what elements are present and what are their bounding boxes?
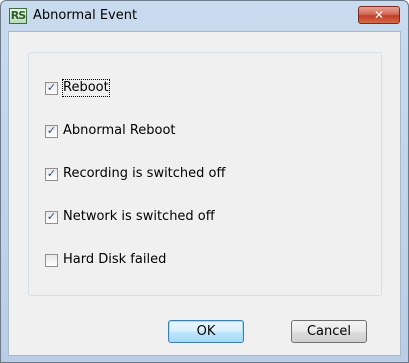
hard-disk-failed-checkbox[interactable] (45, 253, 58, 267)
cancel-button[interactable]: Cancel (291, 320, 367, 343)
abnormal-reboot-checkbox[interactable]: ✓ (45, 123, 58, 138)
option-label: Reboot (62, 79, 110, 97)
app-logo-icon: RS (9, 8, 27, 24)
title-bar[interactable]: RS Abnormal Event ✕ (1, 1, 408, 31)
checkmark-icon: ✓ (46, 123, 57, 137)
network-switched-off-checkbox[interactable]: ✓ (45, 209, 58, 224)
option-hard-disk-failed[interactable]: Hard Disk failed (45, 251, 166, 269)
option-recording-switched-off[interactable]: ✓ Recording is switched off (45, 165, 225, 183)
window-title: Abnormal Event (33, 8, 138, 23)
dialog-window: RS Abnormal Event ✕ ✓ Reboot ✓ Abnormal … (0, 0, 409, 363)
option-label: Network is switched off (63, 209, 215, 224)
reboot-checkbox[interactable]: ✓ (45, 80, 58, 95)
option-label: Hard Disk failed (63, 252, 167, 267)
option-label: Abnormal Reboot (63, 123, 176, 138)
option-reboot[interactable]: ✓ Reboot (45, 79, 110, 97)
checkmark-icon: ✓ (46, 80, 57, 94)
option-abnormal-reboot[interactable]: ✓ Abnormal Reboot (45, 122, 176, 140)
dialog-body: ✓ Reboot ✓ Abnormal Reboot ✓ Recording i… (8, 31, 401, 356)
option-label: Recording is switched off (63, 166, 226, 181)
event-options-group: ✓ Reboot ✓ Abnormal Reboot ✓ Recording i… (28, 52, 382, 296)
recording-switched-off-checkbox[interactable]: ✓ (45, 166, 58, 181)
close-icon: ✕ (373, 8, 385, 22)
ok-button[interactable]: OK (168, 320, 244, 343)
option-network-switched-off[interactable]: ✓ Network is switched off (45, 208, 215, 226)
checkmark-icon: ✓ (46, 166, 57, 180)
close-button[interactable]: ✕ (358, 6, 400, 24)
checkmark-icon: ✓ (46, 209, 57, 223)
